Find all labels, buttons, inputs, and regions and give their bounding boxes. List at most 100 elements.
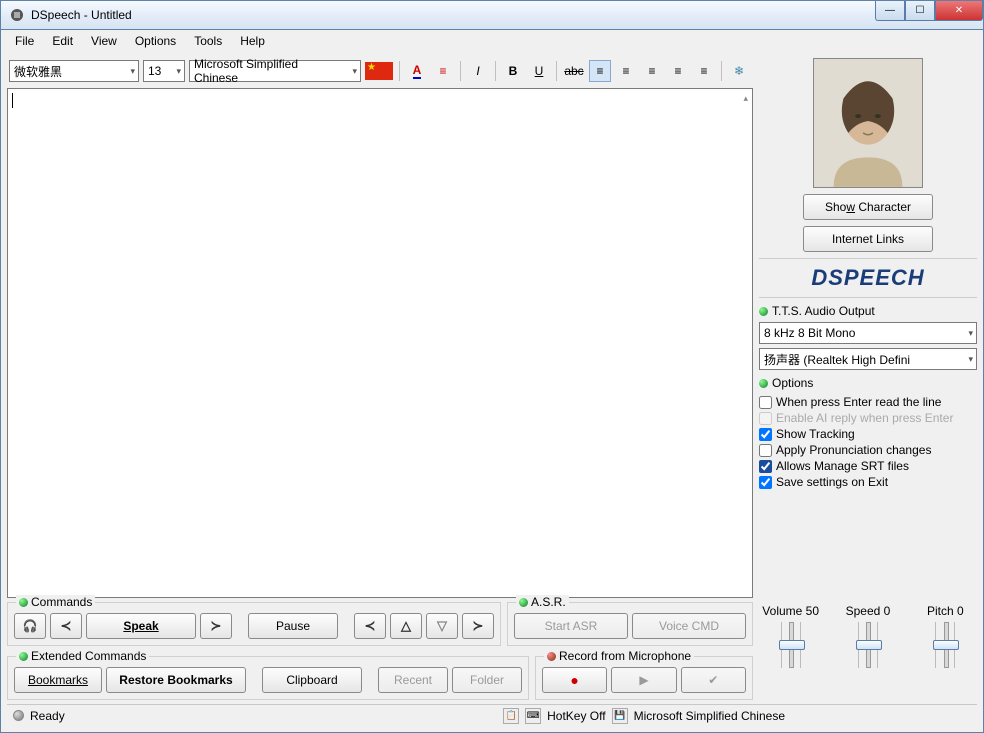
menubar: File Edit View Options Tools Help xyxy=(0,30,984,52)
app-icon xyxy=(9,7,25,23)
right-panel: Show Character Internet Links DSPEECH T.… xyxy=(759,58,977,598)
commands-group: Commands 🎧 ≺ Speak ≻ Pause ≺ △ ▽ ≻ xyxy=(7,602,501,646)
speed-label: Speed 0 xyxy=(836,604,899,618)
speed-slider-col: Speed 0 xyxy=(836,604,899,668)
tts-heading: T.T.S. Audio Output xyxy=(759,304,977,318)
list-button[interactable]: ≡ xyxy=(432,60,454,82)
menu-view[interactable]: View xyxy=(83,32,125,50)
commands-row: Commands 🎧 ≺ Speak ≻ Pause ≺ △ ▽ ≻ xyxy=(7,602,753,646)
menu-file[interactable]: File xyxy=(7,32,42,50)
options-heading: Options xyxy=(759,376,977,390)
record-button[interactable]: ● xyxy=(542,667,607,693)
voice-combo[interactable]: Microsoft Simplified Chinese xyxy=(189,60,361,82)
left-column: 微软雅黑 13 Microsoft Simplified Chinese A ≡… xyxy=(7,58,753,598)
audio-device-combo[interactable]: 扬声器 (Realtek High Defini xyxy=(759,348,977,370)
nav-last-button[interactable]: ≻ xyxy=(462,613,494,639)
record-legend: Record from Microphone xyxy=(544,649,694,663)
nav-up-button[interactable]: △ xyxy=(390,613,422,639)
pitch-slider[interactable] xyxy=(935,622,955,668)
text-cursor xyxy=(12,93,13,108)
menu-tools[interactable]: Tools xyxy=(186,32,230,50)
menu-options[interactable]: Options xyxy=(127,32,184,50)
internet-links-button[interactable]: Internet Links xyxy=(803,226,933,252)
voice-combo-value: Microsoft Simplified Chinese xyxy=(194,57,344,85)
options-section: Options When press Enter read the line E… xyxy=(759,376,977,490)
scroll-up-icon[interactable]: ▴ xyxy=(743,93,748,104)
hotkey-status: HotKey Off xyxy=(547,709,605,723)
accept-recording-button[interactable]: ✔ xyxy=(681,667,746,693)
hotkey-icon: ⌨ xyxy=(525,708,541,724)
speed-slider[interactable] xyxy=(858,622,878,668)
nav-first-button[interactable]: ≺ xyxy=(354,613,386,639)
fontsize-combo[interactable]: 13 xyxy=(143,60,185,82)
volume-slider[interactable] xyxy=(781,622,801,668)
character-avatar xyxy=(813,58,923,188)
align-center-button[interactable]: ≡ xyxy=(615,60,637,82)
bullet-icon xyxy=(547,652,556,661)
prev-button[interactable]: ≺ xyxy=(50,613,82,639)
bullet-icon xyxy=(19,652,28,661)
underline-button[interactable]: U xyxy=(528,60,550,82)
pause-button[interactable]: Pause xyxy=(248,613,338,639)
maximize-button[interactable]: ☐ xyxy=(905,1,935,21)
status-bullet-icon xyxy=(13,710,24,721)
speed-thumb[interactable] xyxy=(856,640,882,650)
separator xyxy=(556,61,557,81)
bold-button[interactable]: B xyxy=(502,60,524,82)
opt-srt[interactable]: Allows Manage SRT files xyxy=(759,458,977,474)
start-asr-button[interactable]: Start ASR xyxy=(514,613,628,639)
next-button[interactable]: ≻ xyxy=(200,613,232,639)
bookmarks-button[interactable]: Bookmarks xyxy=(14,667,102,693)
recent-button[interactable]: Recent xyxy=(378,667,448,693)
fontsize-value: 13 xyxy=(148,64,161,78)
freeze-button[interactable]: ❄ xyxy=(728,60,750,82)
bullet-icon xyxy=(19,598,28,607)
font-combo[interactable]: 微软雅黑 xyxy=(9,60,139,82)
align-justify-button[interactable]: ≡ xyxy=(667,60,689,82)
indent-button[interactable]: ≡ xyxy=(693,60,715,82)
clipboard-status-icon: 📋 xyxy=(503,708,519,724)
close-button[interactable]: ✕ xyxy=(935,1,983,21)
text-editor[interactable]: ▴ xyxy=(7,88,753,598)
status-voice: Microsoft Simplified Chinese xyxy=(634,709,785,723)
command-rows: Commands 🎧 ≺ Speak ≻ Pause ≺ △ ▽ ≻ xyxy=(7,602,977,700)
tts-section: T.T.S. Audio Output 8 kHz 8 Bit Mono 扬声器… xyxy=(759,304,977,370)
font-color-button[interactable]: A xyxy=(406,60,428,82)
headset-button[interactable]: 🎧 xyxy=(14,613,46,639)
speak-button[interactable]: Speak xyxy=(86,613,196,639)
voice-cmd-button[interactable]: Voice CMD xyxy=(632,613,746,639)
opt-show-tracking[interactable]: Show Tracking xyxy=(759,426,977,442)
nav-down-button[interactable]: ▽ xyxy=(426,613,458,639)
clipboard-button[interactable]: Clipboard xyxy=(262,667,362,693)
asr-group: A.S.R. Start ASR Voice CMD xyxy=(507,602,753,646)
align-left-button[interactable]: ≡ xyxy=(589,60,611,82)
client-area: 微软雅黑 13 Microsoft Simplified Chinese A ≡… xyxy=(0,52,984,733)
commands-legend: Commands xyxy=(16,595,95,609)
bullet-icon xyxy=(519,598,528,607)
extended-row: Extended Commands Bookmarks Restore Book… xyxy=(7,656,753,700)
volume-thumb[interactable] xyxy=(779,640,805,650)
main-row: 微软雅黑 13 Microsoft Simplified Chinese A ≡… xyxy=(7,58,977,598)
restore-bookmarks-button[interactable]: Restore Bookmarks xyxy=(106,667,246,693)
menu-edit[interactable]: Edit xyxy=(44,32,81,50)
format-toolbar: 微软雅黑 13 Microsoft Simplified Chinese A ≡… xyxy=(7,58,753,84)
pitch-thumb[interactable] xyxy=(933,640,959,650)
opt-save-exit[interactable]: Save settings on Exit xyxy=(759,474,977,490)
show-character-button[interactable]: Show Character xyxy=(803,194,933,220)
opt-pronunciation[interactable]: Apply Pronunciation changes xyxy=(759,442,977,458)
flag-icon xyxy=(365,62,393,80)
folder-button[interactable]: Folder xyxy=(452,667,522,693)
menu-help[interactable]: Help xyxy=(232,32,273,50)
opt-enter-read[interactable]: When press Enter read the line xyxy=(759,394,977,410)
sliders: Volume 50 Speed 0 Pitch 0 xyxy=(759,602,977,668)
align-right-button[interactable]: ≡ xyxy=(641,60,663,82)
audio-format-combo[interactable]: 8 kHz 8 Bit Mono xyxy=(759,322,977,344)
separator xyxy=(399,61,400,81)
extended-commands-group: Extended Commands Bookmarks Restore Book… xyxy=(7,656,529,700)
strike-button[interactable]: abc xyxy=(563,60,585,82)
pitch-slider-col: Pitch 0 xyxy=(914,604,977,668)
italic-button[interactable]: I xyxy=(467,60,489,82)
dspeech-logo: DSPEECH xyxy=(759,258,977,298)
play-recording-button[interactable]: ▶ xyxy=(611,667,676,693)
minimize-button[interactable]: — xyxy=(875,1,905,21)
